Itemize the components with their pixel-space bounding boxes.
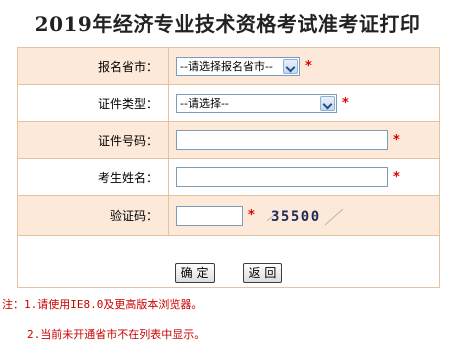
id-number-row: 证件号码： * [17,121,440,159]
notes: 注：1.请使用IE8.0及更高版本浏览器。 2.当前未开通省市不在列表中显示。 [2,290,452,350]
province-label: 报名省市： [17,47,169,85]
id-number-required-mark: * [393,132,400,148]
captcha-graphic: 35500 [264,204,345,227]
name-input[interactable] [176,167,388,187]
id-number-field-cell: * [168,121,440,159]
id-type-field-cell: --请选择-- * [168,84,440,122]
province-select-value: --请选择报名省市-- [180,59,273,73]
captcha-label: 验证码： [17,195,169,236]
id-type-label: 证件类型： [17,84,169,122]
id-number-label: 证件号码： [17,121,169,159]
id-number-input[interactable] [176,130,388,150]
captcha-required-mark: * [248,208,255,223]
button-row: 确 定返 回 [17,235,440,288]
province-field-cell: --请选择报名省市-- * [168,47,440,85]
chevron-down-icon[interactable] [283,58,298,74]
name-required-mark: * [393,169,400,185]
id-type-row: 证件类型： --请选择-- * [17,84,440,122]
chevron-down-icon[interactable] [320,95,335,111]
captcha-row: 验证码： * 35500 [17,195,440,236]
province-row: 报名省市： --请选择报名省市-- * [17,47,440,85]
name-field-cell: * [168,158,440,196]
captcha-field-cell: * 35500 [168,195,440,236]
name-label: 考生姓名： [17,158,169,196]
button-cell: 确 定返 回 [17,235,440,288]
back-button[interactable]: 返 回 [242,262,283,283]
note-line-1: 注：1.请使用IE8.0及更高版本浏览器。 [2,298,203,311]
confirm-button[interactable]: 确 定 [174,262,215,283]
captcha-text: 35500 [271,209,321,225]
captcha-input[interactable] [176,205,243,226]
admission-ticket-form: 报名省市： --请选择报名省市-- * 证件类型： --请选择-- * 证件号码… [17,47,440,288]
name-row: 考生姓名： * [17,158,440,196]
province-required-mark: * [305,58,312,74]
note-line-2: 2.当前未开通省市不在列表中显示。 [27,328,206,341]
province-select[interactable]: --请选择报名省市-- [176,56,300,76]
captcha-image[interactable]: 35500 [264,204,345,227]
id-type-required-mark: * [342,95,349,111]
page-title: 2019年经济专业技术资格考试准考证打印 [34,12,421,36]
id-type-select[interactable]: --请选择-- [176,93,337,113]
id-type-select-value: --请选择-- [180,96,229,110]
